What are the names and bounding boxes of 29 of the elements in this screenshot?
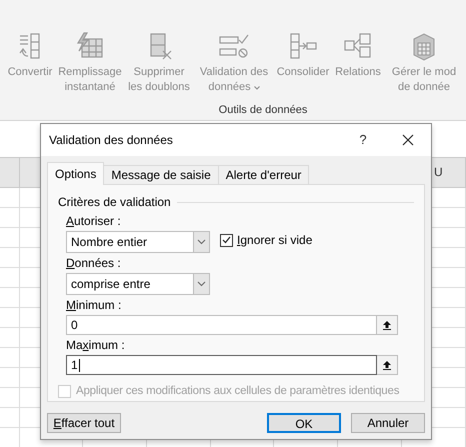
chevron-down-icon (197, 281, 206, 287)
dialog-button[interactable]: Annuler (351, 413, 425, 433)
group-title: Critères de validation (58, 194, 171, 211)
minimum-field[interactable]: 0 (66, 315, 377, 335)
ignore-blank-checkbox[interactable]: Ignorer si vide (220, 231, 312, 249)
tab[interactable]: Message de saisie (104, 165, 219, 185)
upload-arrow-icon (382, 320, 392, 330)
window-title: Validation des données (49, 132, 174, 149)
tab[interactable]: Options (47, 162, 104, 185)
collapse-dialog-button[interactable] (377, 315, 398, 335)
collapse-dialog-button[interactable] (377, 355, 398, 375)
field-label: Données : (66, 256, 122, 270)
help-button[interactable]: ? (341, 130, 385, 150)
field-label: Maximum : (66, 338, 126, 352)
upload-arrow-icon (382, 360, 392, 370)
checkmark-icon (222, 236, 231, 244)
close-icon (402, 134, 414, 146)
column-header[interactable]: U (434, 165, 443, 179)
dialog-button[interactable]: OK (267, 413, 341, 433)
field-label: Autoriser : (66, 214, 122, 228)
allow-combo[interactable]: Nombre entier (66, 231, 210, 253)
chevron-down-icon (197, 239, 206, 245)
field-label: Minimum : (66, 298, 122, 312)
tab[interactable]: Alerte d'erreur (218, 165, 310, 185)
group-label: Outils de données (218, 102, 308, 118)
data-combo[interactable]: comprise entre (66, 273, 210, 295)
dialog-button[interactable]: Effacer tout (47, 413, 121, 433)
chevron-down-icon (254, 86, 260, 90)
maximum-field[interactable]: 1 (66, 355, 377, 375)
